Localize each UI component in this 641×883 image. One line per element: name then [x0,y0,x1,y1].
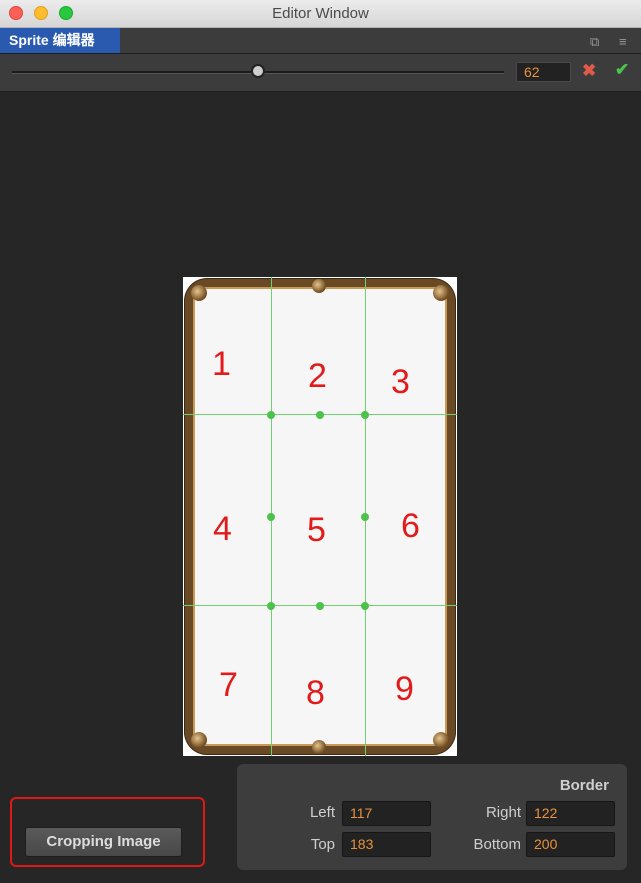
cell-label: 5 [307,511,326,549]
guide-handle[interactable] [361,602,369,610]
frame-top-ornament [312,279,326,293]
border-panel: Border Left 117 Right 122 Top 183 Bottom… [237,764,627,870]
top-input[interactable]: 183 [342,832,431,857]
title-bar: Editor Window [0,0,641,28]
popout-icon[interactable]: ⧉ [590,34,599,50]
cell-label: 8 [306,674,325,712]
toolbar: 62 ✖ ✔ [0,54,641,92]
left-label: Left [309,804,335,821]
frame-corner-ornament [433,285,449,301]
guide-handle[interactable] [267,411,275,419]
cell-label: 9 [395,670,414,708]
frame-bottom-ornament [312,740,326,754]
frame-corner-ornament [433,732,449,748]
frame-corner-ornament [191,285,207,301]
confirm-icon[interactable]: ✔ [615,60,629,80]
border-panel-title: Border [559,777,609,794]
cropping-image-button[interactable]: Cropping Image [25,827,182,857]
zoom-slider-thumb[interactable] [251,64,265,78]
guide-handle[interactable] [361,411,369,419]
guide-handle[interactable] [267,513,275,521]
left-input[interactable]: 117 [342,801,431,826]
cell-label: 3 [391,363,410,401]
right-label: Right [485,804,521,821]
tab-sprite-editor[interactable]: Sprite 编辑器 [0,28,120,53]
guide-handle[interactable] [316,602,324,610]
bottom-input[interactable]: 200 [526,832,615,857]
cell-label: 1 [212,345,231,383]
window-title: Editor Window [272,5,369,22]
zoom-input[interactable]: 62 [516,62,571,82]
cell-label: 7 [219,666,238,704]
cell-label: 2 [308,357,327,395]
top-label: Top [310,836,335,853]
cancel-icon[interactable]: ✖ [582,61,596,81]
menu-icon[interactable]: ≡ [619,34,627,49]
guide-handle[interactable] [267,602,275,610]
sprite-image: 1 2 3 4 5 6 7 8 9 [183,277,457,756]
tab-bar: Sprite 编辑器 ⧉ ≡ [0,28,641,54]
guide-handle[interactable] [316,411,324,419]
cell-label: 6 [401,507,420,545]
cell-label: 4 [213,510,232,548]
guide-handle[interactable] [361,513,369,521]
right-input[interactable]: 122 [526,801,615,826]
frame-corner-ornament [191,732,207,748]
bottom-label: Bottom [473,836,521,853]
